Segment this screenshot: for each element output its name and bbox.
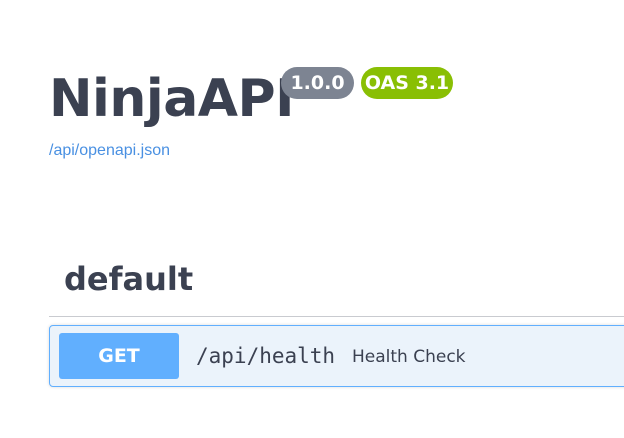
swagger-ui-page: NinjaAPI 1.0.0 OAS 3.1 /api/openapi.json… [0, 0, 624, 438]
tag-heading[interactable]: default [64, 257, 193, 301]
openapi-spec-link[interactable]: /api/openapi.json [49, 140, 170, 162]
operation-path: /api/health [196, 344, 336, 368]
operation-summary: Health Check [352, 347, 466, 367]
http-method-badge: GET [59, 333, 179, 379]
operation-get-health[interactable]: GET /api/health Health Check [49, 325, 624, 387]
version-badge: 1.0.0 [281, 67, 354, 99]
tag-divider [49, 316, 624, 317]
api-title: NinjaAPI [49, 69, 294, 129]
oas-version-badge: OAS 3.1 [361, 67, 453, 99]
